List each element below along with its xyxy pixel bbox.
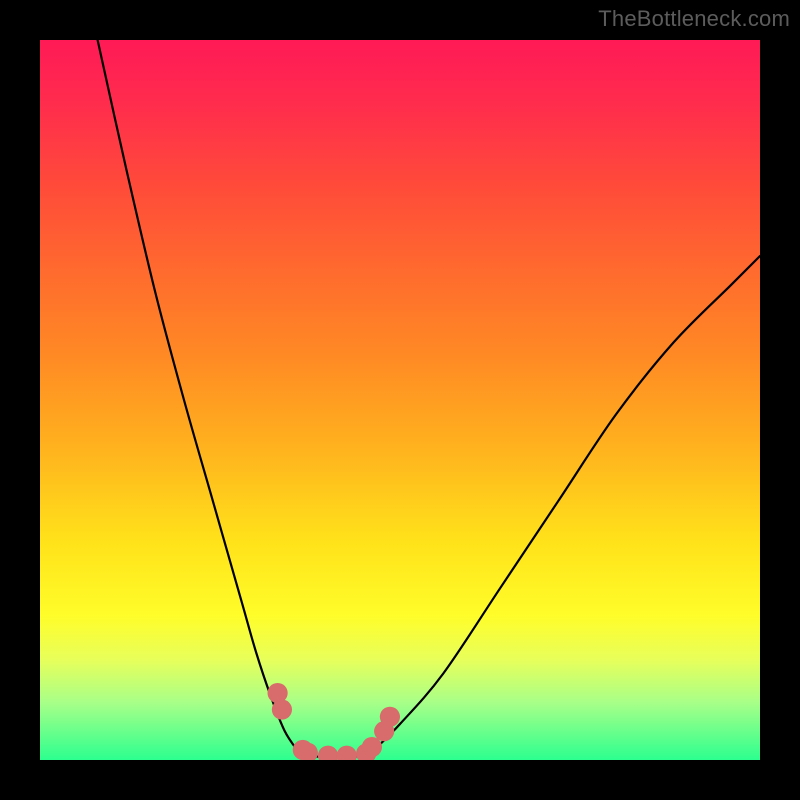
valley-marker <box>362 737 382 757</box>
chart-frame: TheBottleneck.com <box>0 0 800 800</box>
bottleneck-curve <box>98 40 760 757</box>
chart-overlay <box>40 40 760 760</box>
valley-marker <box>380 707 400 727</box>
valley-marker <box>318 746 338 760</box>
watermark-text: TheBottleneck.com <box>598 6 790 32</box>
valley-marker <box>337 746 357 760</box>
valley-marker <box>272 700 292 720</box>
plot-area <box>40 40 760 760</box>
valley-markers <box>268 683 400 760</box>
